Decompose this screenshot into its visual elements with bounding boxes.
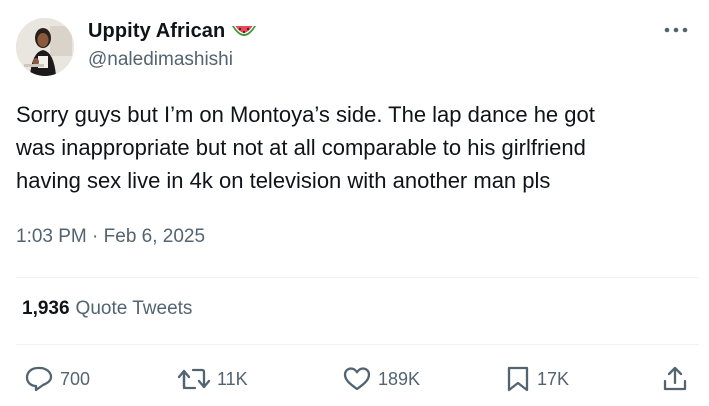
- quote-tweets-label: Quote Tweets: [75, 298, 193, 319]
- retweet-icon: [177, 368, 211, 390]
- quote-tweets-link[interactable]: 1,936 Quote Tweets: [22, 298, 192, 320]
- more-options-button[interactable]: [661, 18, 691, 42]
- bookmark-icon: [507, 366, 529, 392]
- divider: [16, 344, 699, 345]
- tweet-time[interactable]: 1:03 PM: [16, 226, 87, 247]
- avatar[interactable]: [16, 18, 74, 76]
- tweet-date[interactable]: Feb 6, 2025: [104, 226, 205, 247]
- display-name[interactable]: Uppity African: [88, 20, 225, 43]
- author-handle[interactable]: @naledimashishi: [88, 49, 233, 71]
- avatar-image: [16, 18, 74, 76]
- divider: [16, 277, 699, 278]
- quote-tweets-count: 1,936: [22, 298, 70, 319]
- tweet-card: Uppity African @naledimashishi Sorry guy…: [0, 0, 709, 406]
- heart-icon: [343, 367, 371, 391]
- tweet-text: Sorry guys but I’m on Montoya’s side. Th…: [16, 102, 595, 193]
- retweet-button[interactable]: 11K: [177, 364, 248, 394]
- reply-count: 700: [60, 368, 91, 389]
- retweet-count: 11K: [217, 368, 248, 389]
- watermelon-icon: [232, 25, 257, 36]
- bookmark-button[interactable]: 17K: [505, 364, 569, 394]
- reply-icon: [25, 366, 53, 392]
- tweet-timestamp[interactable]: 1:03 PM · Feb 6, 2025: [16, 226, 205, 248]
- like-button[interactable]: 189K: [342, 364, 420, 394]
- share-icon: [663, 366, 687, 391]
- bookmark-count: 17K: [537, 368, 570, 389]
- author-name-row[interactable]: Uppity African: [88, 20, 257, 43]
- like-count: 189K: [378, 368, 421, 389]
- more-dots-icon: [664, 27, 688, 33]
- share-button[interactable]: [662, 364, 688, 394]
- timestamp-separator: ·: [86, 226, 104, 247]
- reply-button[interactable]: 700: [24, 364, 90, 394]
